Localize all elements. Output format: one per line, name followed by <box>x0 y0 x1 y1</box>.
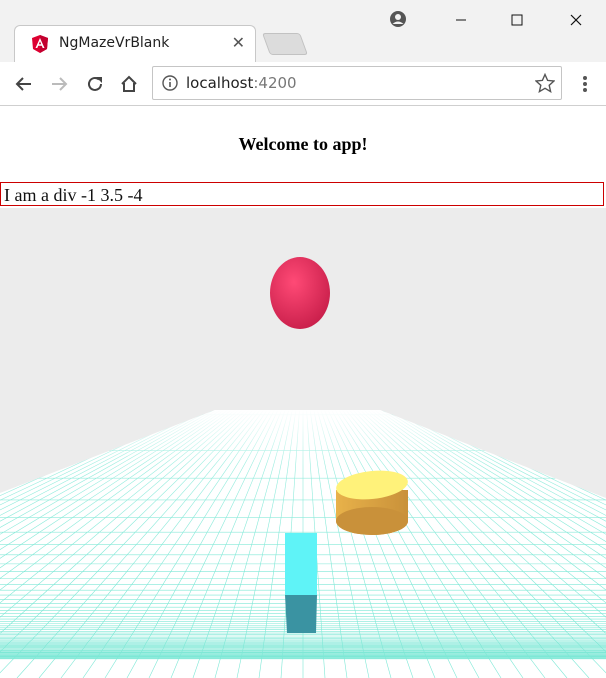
tab-close-icon[interactable]: ✕ <box>232 33 245 53</box>
forward-arrow-icon <box>52 77 68 91</box>
page-title: Welcome to app! <box>238 134 368 154</box>
close-icon <box>570 14 582 26</box>
info-icon[interactable] <box>162 75 178 91</box>
url-host: localhost <box>186 74 254 92</box>
forward-button[interactable] <box>47 72 71 96</box>
angular-icon <box>32 35 48 53</box>
minimize-icon <box>456 19 466 21</box>
maximize-button[interactable] <box>502 8 532 32</box>
tab-title: NgMazeVrBlank <box>59 35 170 51</box>
reload-icon <box>88 76 102 91</box>
browser-titlebar: NgMazeVrBlank ✕ <box>0 0 606 63</box>
bookmark-star-icon[interactable] <box>535 73 555 93</box>
minimize-button[interactable] <box>446 8 476 32</box>
browser-toolbar: localhost:4200 <box>0 62 606 106</box>
url-text: localhost:4200 <box>186 74 297 92</box>
status-div: I am a div -1 3.5 -4 <box>0 182 604 206</box>
close-window-button[interactable] <box>561 8 591 32</box>
back-button[interactable] <box>12 72 36 96</box>
page-content: Welcome to app! I am a div -1 3.5 -4 <box>0 106 606 678</box>
home-icon <box>121 75 137 92</box>
box[interactable] <box>285 533 317 633</box>
home-button[interactable] <box>117 72 141 96</box>
profile-icon[interactable] <box>389 10 407 28</box>
sphere[interactable] <box>270 257 330 329</box>
reload-button[interactable] <box>83 72 107 96</box>
vr-scene[interactable] <box>0 208 606 678</box>
more-vert-icon <box>583 76 587 92</box>
back-arrow-icon <box>15 77 31 91</box>
url-port: :4200 <box>253 74 297 92</box>
address-bar[interactable]: localhost:4200 <box>152 66 562 100</box>
maximize-icon <box>511 14 523 26</box>
menu-button[interactable] <box>573 72 597 96</box>
browser-tab[interactable]: NgMazeVrBlank ✕ <box>14 25 256 63</box>
new-tab-button[interactable] <box>261 33 309 55</box>
